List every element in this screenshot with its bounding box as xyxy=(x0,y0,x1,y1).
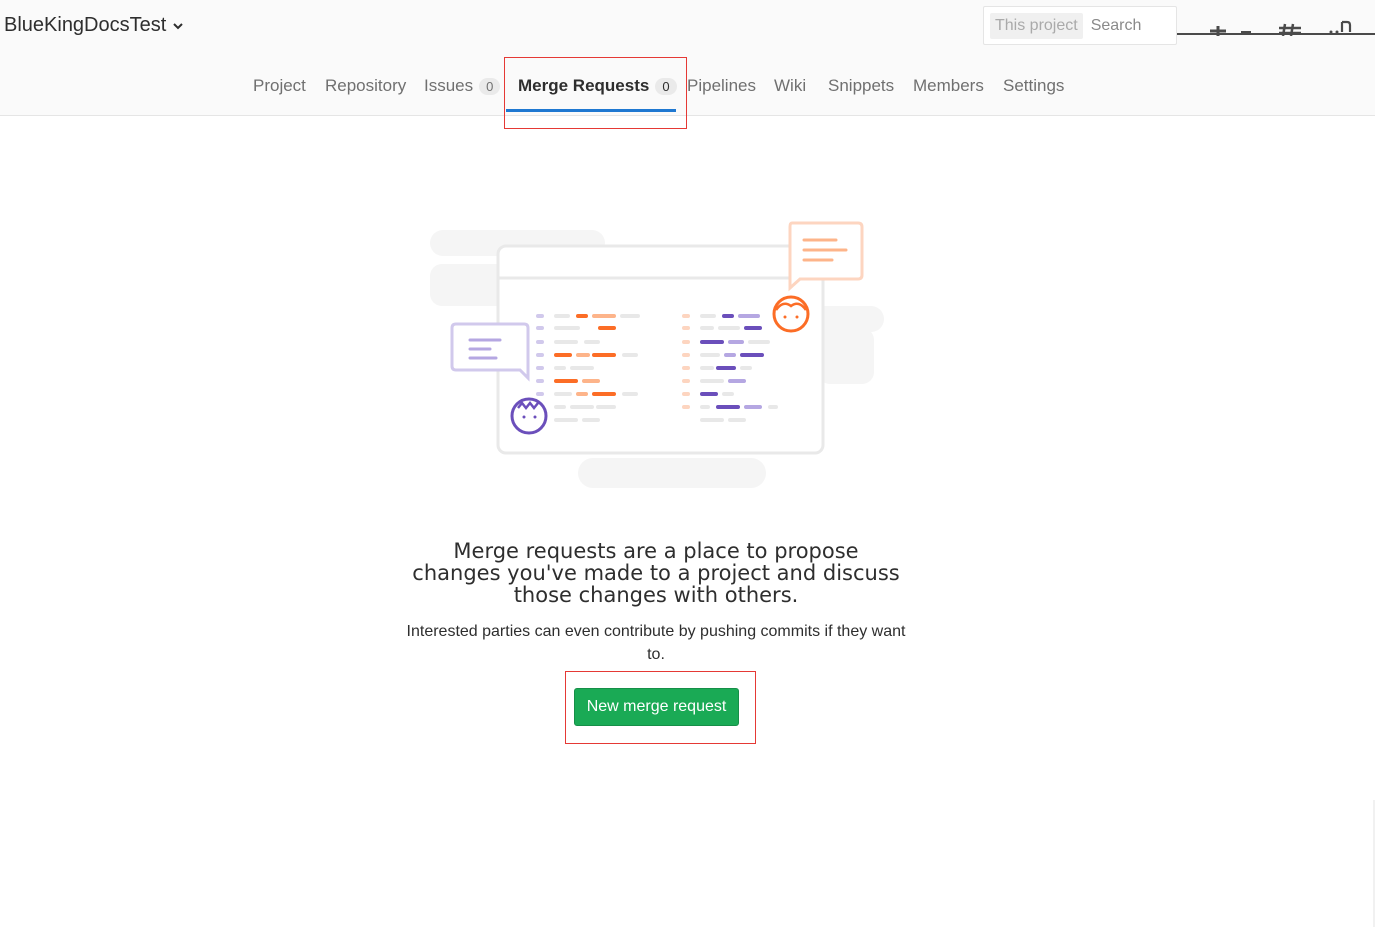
search-input[interactable] xyxy=(1088,15,1173,36)
top-header: BlueKingDocsTest This project Project R xyxy=(0,0,1375,116)
issues-count-badge: 0 xyxy=(479,77,501,95)
tab-settings[interactable]: Settings xyxy=(1003,58,1064,114)
tab-issues[interactable]: Issues 0 xyxy=(424,58,501,114)
tab-label: Merge Requests xyxy=(518,76,650,95)
tab-label: Issues xyxy=(424,76,474,95)
tab-members[interactable]: Members xyxy=(913,58,984,114)
tab-project[interactable]: Project xyxy=(253,58,306,114)
project-switcher[interactable]: BlueKingDocsTest xyxy=(4,14,184,37)
active-tab-indicator xyxy=(506,109,676,112)
empty-state-description: Interested parties can even contribute b… xyxy=(406,623,906,663)
tab-wiki[interactable]: Wiki xyxy=(774,58,806,114)
new-merge-request-button[interactable]: New merge request xyxy=(574,688,739,726)
merge-requests-empty-illustration xyxy=(430,221,884,488)
tab-label: Wiki xyxy=(774,76,807,95)
tab-label: Members xyxy=(913,76,984,95)
tab-repository[interactable]: Repository xyxy=(325,58,406,114)
tab-merge-requests[interactable]: Merge Requests 0 xyxy=(518,58,677,114)
chevron-down-icon xyxy=(173,22,184,29)
search-box[interactable]: This project xyxy=(983,6,1177,45)
header-icons-rule xyxy=(1177,33,1375,35)
tab-label: Project xyxy=(253,76,306,95)
tab-pipelines[interactable]: Pipelines xyxy=(687,58,756,114)
tab-label: Pipelines xyxy=(687,76,756,95)
project-nav: Project Repository Issues 0 Merge Reques… xyxy=(0,58,1375,114)
search-scope-badge[interactable]: This project xyxy=(990,12,1083,39)
project-name: BlueKingDocsTest xyxy=(4,14,167,36)
header-icons xyxy=(1177,14,1375,38)
tab-label: Repository xyxy=(325,76,407,95)
tab-label: Snippets xyxy=(828,76,895,95)
tab-label: Settings xyxy=(1003,76,1065,95)
merge-requests-count-badge: 0 xyxy=(655,77,677,95)
empty-state-title: Merge requests are a place to propose ch… xyxy=(412,539,900,607)
tab-snippets[interactable]: Snippets xyxy=(828,58,894,114)
